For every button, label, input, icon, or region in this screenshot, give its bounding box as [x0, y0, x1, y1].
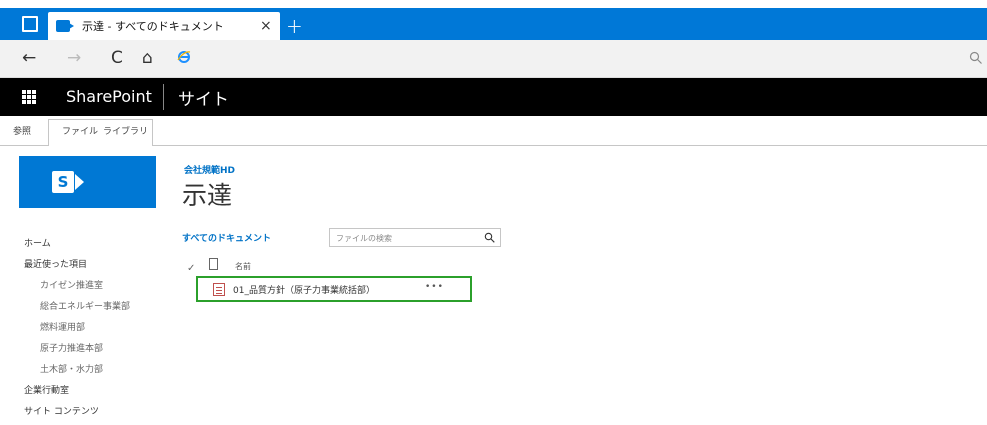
nav-item-civil[interactable]: 土木部・水力部 [40, 362, 103, 375]
ribbon-tab-browse[interactable]: 参照 [13, 124, 31, 137]
nav-item-fuel[interactable]: 燃料運用部 [40, 320, 85, 333]
file-type-column-icon [209, 258, 218, 270]
browser-tab[interactable]: 示達 - すべてのドキュメント × [48, 12, 280, 40]
suite-divider [163, 84, 164, 110]
select-all-check-icon[interactable]: ✓ [187, 263, 195, 274]
refresh-icon[interactable]: C [111, 48, 123, 68]
new-tab-button[interactable]: + [286, 14, 303, 38]
nav-item-recent[interactable]: 最近使った項目 [24, 257, 87, 270]
ribbon-tab-library[interactable]: ライブラリ [103, 124, 148, 137]
page-title: 示達 [182, 181, 233, 210]
breadcrumb[interactable]: 会社規範HD [184, 163, 235, 176]
search-icon[interactable] [484, 232, 495, 243]
nav-item-corporate[interactable]: 企業行動室 [24, 383, 69, 396]
search-placeholder: ファイルの検索 [336, 234, 392, 243]
nav-item-home[interactable]: ホーム [24, 236, 51, 249]
sharepoint-suite-bar: SharePoint サイト [0, 78, 987, 116]
ribbon-tab-files[interactable]: ファイル [62, 124, 98, 137]
nav-item-nuclear[interactable]: 原子力推進本部 [40, 341, 103, 354]
back-icon[interactable]: ← [22, 48, 36, 68]
search-input[interactable]: ファイルの検索 [329, 228, 501, 247]
sharepoint-favicon-icon [56, 20, 74, 32]
close-tab-icon[interactable]: × [260, 18, 272, 34]
sharepoint-logo-icon: S [52, 171, 74, 193]
browser-tab-bar: 示達 - すべてのドキュメント × + [0, 8, 987, 40]
nav-item-kaizen[interactable]: カイゼン推進室 [40, 278, 103, 291]
ribbon-tabs: 参照 ファイル ライブラリ [0, 116, 987, 146]
logo-arrow-icon [75, 174, 84, 190]
file-name-link[interactable]: 01_品質方針（原子力事業統括部） [233, 283, 375, 296]
browser-tab-title: 示達 - すべてのドキュメント [82, 20, 224, 33]
nav-item-site-contents[interactable]: サイト コンテンツ [24, 404, 99, 417]
view-selector[interactable]: すべてのドキュメント [182, 231, 271, 244]
suite-brand[interactable]: SharePoint [66, 87, 152, 106]
ie-site-icon [177, 51, 191, 63]
address-search-icon[interactable] [969, 51, 983, 65]
forward-icon[interactable]: → [67, 48, 81, 68]
nav-item-energy[interactable]: 総合エネルギー事業部 [40, 299, 130, 312]
suite-site-label[interactable]: サイト [178, 85, 229, 110]
site-logo[interactable]: S [19, 156, 156, 208]
tab-actions-icon[interactable] [22, 16, 38, 32]
more-options-icon[interactable]: ••• [425, 282, 444, 292]
pdf-file-icon [213, 283, 225, 296]
app-launcher-icon[interactable] [22, 90, 36, 104]
column-header-name[interactable]: 名前 [235, 261, 251, 272]
browser-nav-bar: ← → C ⌂ [0, 40, 987, 78]
home-icon[interactable]: ⌂ [142, 48, 153, 68]
